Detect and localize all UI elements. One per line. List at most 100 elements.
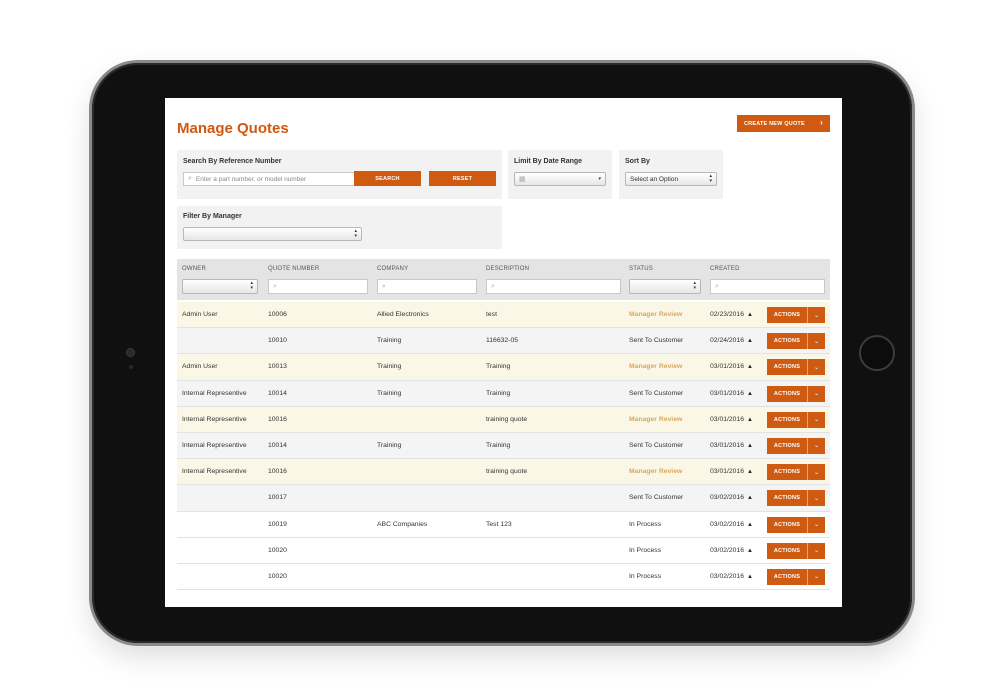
created-date: 03/01/2016 xyxy=(710,415,745,423)
created-date: 03/01/2016 xyxy=(710,441,745,449)
actions-button[interactable]: ACTIONS ⌄ xyxy=(767,490,825,507)
actions-button[interactable]: ACTIONS ⌄ xyxy=(767,359,825,376)
app-screen: Manage Quotes CREATE NEW QUOTE › Search … xyxy=(165,98,842,607)
company-cell: Training xyxy=(377,337,402,345)
table-row[interactable]: Internal Representive 10016 training quo… xyxy=(177,406,830,433)
chevron-down-icon[interactable]: ⌄ xyxy=(808,338,825,345)
actions-button[interactable]: ACTIONS ⌄ xyxy=(767,411,825,428)
column-quote-number[interactable]: QUOTE NUMBER xyxy=(268,266,319,272)
table-row[interactable]: 10019 ABC Companies Test 123 In Process … xyxy=(177,511,830,538)
calendar-icon: ▦ xyxy=(519,176,526,183)
actions-label: ACTIONS xyxy=(773,364,801,371)
table-row[interactable]: Internal Representive 10014 Training Tra… xyxy=(177,380,830,407)
status-cell: Manager Review xyxy=(629,415,683,423)
column-owner[interactable]: OWNER xyxy=(182,266,206,272)
actions-button[interactable]: ACTIONS ⌄ xyxy=(767,333,825,350)
chevron-down-icon[interactable]: ⌄ xyxy=(808,442,825,449)
sensor-dot xyxy=(129,365,133,369)
create-new-quote-button[interactable]: CREATE NEW QUOTE › xyxy=(737,115,830,132)
chevron-right-icon: › xyxy=(820,118,823,127)
chevron-down-icon[interactable]: ⌄ xyxy=(808,312,825,319)
reset-button[interactable]: RESET xyxy=(429,171,496,186)
actions-button[interactable]: ACTIONS ⌄ xyxy=(767,385,825,402)
actions-label: ACTIONS xyxy=(773,521,801,528)
column-description[interactable]: DESCRIPTION xyxy=(486,266,529,272)
table-row[interactable]: 10010 Training 116632-05 Sent To Custome… xyxy=(177,328,830,355)
date-range-select[interactable]: ▦ ▾ xyxy=(514,172,606,186)
search-input[interactable]: ⌕ Enter a part number, or model number xyxy=(183,172,355,186)
table-row[interactable]: 10020 In Process 03/02/2016 ▲ ACTIONS ⌄ xyxy=(177,537,830,564)
grid-header: OWNER QUOTE NUMBER COMPANY DESCRIPTION S… xyxy=(177,259,830,300)
owner-cell: Internal Representive xyxy=(182,415,247,423)
description-filter[interactable]: ⌕ xyxy=(486,279,621,294)
column-status[interactable]: STATUS xyxy=(629,266,653,272)
chevron-down-icon[interactable]: ⌄ xyxy=(808,416,825,423)
status-cell: Sent To Customer xyxy=(629,337,684,345)
actions-button[interactable]: ACTIONS ⌄ xyxy=(767,437,825,454)
quote-number-filter[interactable]: ⌕ xyxy=(268,279,368,294)
warning-icon: ▲ xyxy=(747,442,753,449)
sort-value: Select an Option xyxy=(630,175,679,183)
created-cell: 03/01/2016 ▲ xyxy=(710,363,753,370)
chevron-down-icon[interactable]: ⌄ xyxy=(808,547,825,554)
actions-label: ACTIONS xyxy=(773,416,801,423)
company-cell: Training xyxy=(377,363,402,371)
actions-button[interactable]: ACTIONS ⌄ xyxy=(767,568,825,585)
actions-label: ACTIONS xyxy=(773,312,801,318)
quote-number-cell: 10013 xyxy=(268,363,287,371)
warning-icon: ▲ xyxy=(747,521,753,528)
manager-filter-select[interactable]: ▴ ▾ xyxy=(183,227,362,241)
actions-label: ACTIONS xyxy=(773,390,801,397)
owner-filter-select[interactable]: ▴ ▾ xyxy=(182,279,258,294)
actions-button[interactable]: ACTIONS ⌄ xyxy=(767,307,825,323)
warning-icon: ▲ xyxy=(747,390,753,397)
chevron-down-icon[interactable]: ⌄ xyxy=(808,390,825,397)
actions-label: ACTIONS xyxy=(773,495,801,502)
table-row[interactable]: 10017 Sent To Customer 03/02/2016 ▲ ACTIO… xyxy=(177,485,830,512)
owner-cell: Internal Representive xyxy=(182,468,247,476)
table-row[interactable]: Admin User 10006 Allied Electronics test… xyxy=(177,302,830,329)
company-filter[interactable]: ⌕ xyxy=(377,279,477,294)
camera-icon xyxy=(126,348,135,357)
table-row[interactable]: Internal Representive 10014 Training Tra… xyxy=(177,432,830,460)
company-cell: Training xyxy=(377,389,402,397)
quote-number-cell: 10016 xyxy=(268,468,287,476)
status-cell: Manager Review xyxy=(629,468,683,476)
table-row[interactable]: Admin User 10013 Training Training Manag… xyxy=(177,354,830,381)
actions-button[interactable]: ACTIONS ⌄ xyxy=(767,516,825,533)
created-cell: 02/23/2016 ▲ xyxy=(710,311,753,318)
created-date: 03/01/2016 xyxy=(710,363,745,371)
chevron-down-icon[interactable]: ⌄ xyxy=(808,495,825,502)
home-button[interactable] xyxy=(859,335,895,371)
chevron-down-icon[interactable]: ⌄ xyxy=(808,573,825,580)
quote-number-cell: 10020 xyxy=(268,572,287,580)
created-filter[interactable]: ⌕ xyxy=(710,279,825,294)
select-arrows-icon: ▴ ▾ xyxy=(693,280,696,291)
table-row[interactable]: 10020 In Process 03/02/2016 ▲ ACTIONS ⌄ xyxy=(177,563,830,591)
page-title: Manage Quotes xyxy=(177,120,289,137)
created-cell: 03/01/2016 ▲ xyxy=(710,416,753,423)
search-icon: ⌕ xyxy=(715,282,719,290)
warning-icon: ▲ xyxy=(747,573,753,580)
table-row[interactable]: Internal Representive 10016 training quo… xyxy=(177,459,830,486)
status-filter-select[interactable]: ▴ ▾ xyxy=(629,279,701,294)
sort-panel: Sort By Select an Option ▴ ▾ xyxy=(619,150,723,199)
sort-select[interactable]: Select an Option ▴ ▾ xyxy=(625,172,717,186)
chevron-down-icon[interactable]: ⌄ xyxy=(808,469,825,476)
actions-button[interactable]: ACTIONS ⌄ xyxy=(767,464,825,481)
created-date: 03/02/2016 xyxy=(710,572,745,580)
search-button[interactable]: SEARCH xyxy=(354,171,421,186)
create-new-quote-label: CREATE NEW QUOTE xyxy=(744,120,805,127)
chevron-down-icon: ▾ xyxy=(598,176,601,182)
column-company[interactable]: COMPANY xyxy=(377,266,408,272)
company-cell: Training xyxy=(377,441,402,449)
created-date: 02/24/2016 xyxy=(710,337,745,345)
quote-number-cell: 10016 xyxy=(268,415,287,423)
chevron-down-icon[interactable]: ⌄ xyxy=(808,521,825,528)
actions-button[interactable]: ACTIONS ⌄ xyxy=(767,542,825,559)
column-created[interactable]: CREATED xyxy=(710,266,740,272)
chevron-down-icon[interactable]: ⌄ xyxy=(808,364,825,371)
warning-icon: ▲ xyxy=(747,416,753,423)
company-cell: ABC Companies xyxy=(377,520,428,528)
owner-cell: Internal Representive xyxy=(182,389,247,397)
